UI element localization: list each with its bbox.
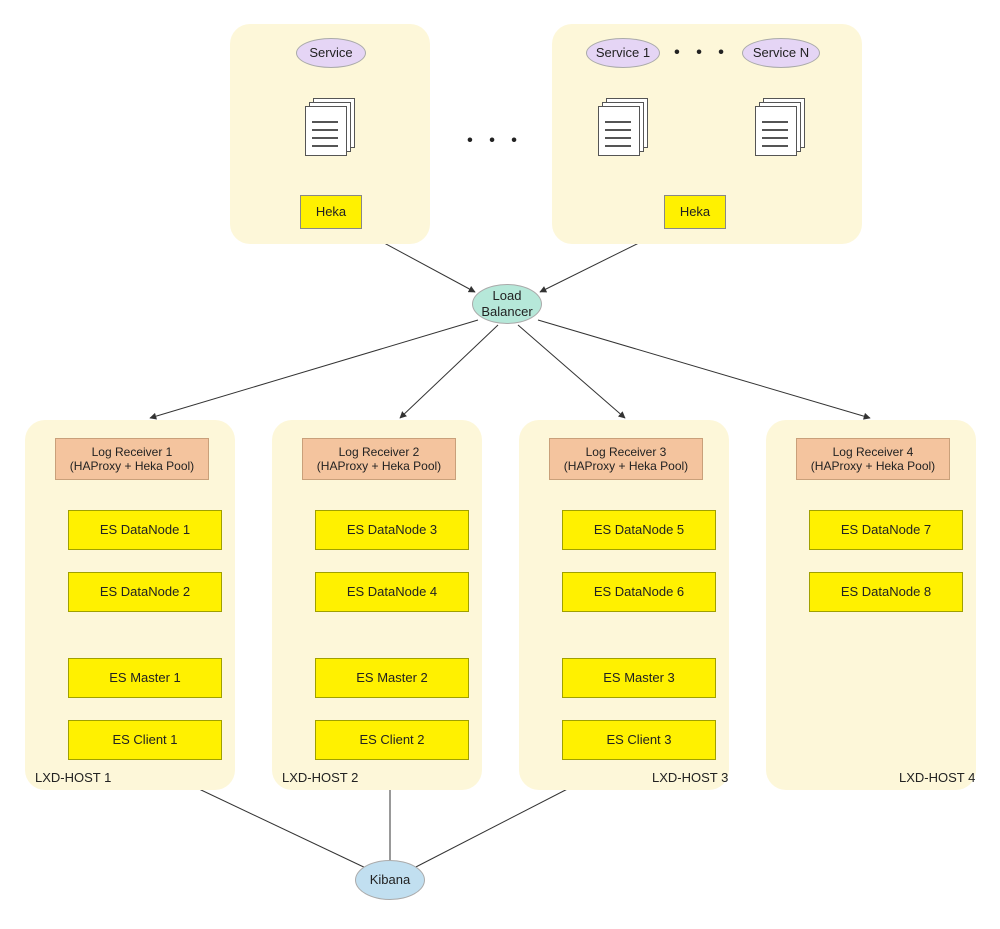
es-master: ES Master 2 [315, 658, 469, 698]
log-receiver-node: Log Receiver 2(HAProxy + Heka Pool) [302, 438, 456, 480]
docs-icon [755, 98, 805, 154]
es-datanode: ES DataNode 3 [315, 510, 469, 550]
es-datanode: ES DataNode 2 [68, 572, 222, 612]
service-n-node: Service N [742, 38, 820, 68]
host-label: LXD-HOST 3 [652, 770, 728, 785]
es-client: ES Client 2 [315, 720, 469, 760]
kibana-node: Kibana [355, 860, 425, 900]
es-master: ES Master 1 [68, 658, 222, 698]
es-datanode: ES DataNode 5 [562, 510, 716, 550]
es-datanode: ES DataNode 4 [315, 572, 469, 612]
es-client: ES Client 1 [68, 720, 222, 760]
es-datanode: ES DataNode 6 [562, 572, 716, 612]
heka-node: Heka [300, 195, 362, 229]
host-label: LXD-HOST 1 [35, 770, 111, 785]
host-label: LXD-HOST 4 [899, 770, 975, 785]
service-node: Service [296, 38, 366, 68]
host-label: LXD-HOST 2 [282, 770, 358, 785]
log-receiver-node: Log Receiver 3(HAProxy + Heka Pool) [549, 438, 703, 480]
es-datanode: ES DataNode 8 [809, 572, 963, 612]
service-1-node: Service 1 [586, 38, 660, 68]
es-datanode: ES DataNode 7 [809, 510, 963, 550]
es-datanode: ES DataNode 1 [68, 510, 222, 550]
heka-node: Heka [664, 195, 726, 229]
services-ellipsis: • • • [672, 42, 732, 64]
load-balancer-node: LoadBalancer [472, 284, 542, 324]
log-receiver-node: Log Receiver 4(HAProxy + Heka Pool) [796, 438, 950, 480]
docs-icon [305, 98, 355, 154]
log-receiver-node: Log Receiver 1(HAProxy + Heka Pool) [55, 438, 209, 480]
docs-icon [598, 98, 648, 154]
es-master: ES Master 3 [562, 658, 716, 698]
panels-ellipsis: • • • [460, 130, 530, 152]
es-client: ES Client 3 [562, 720, 716, 760]
